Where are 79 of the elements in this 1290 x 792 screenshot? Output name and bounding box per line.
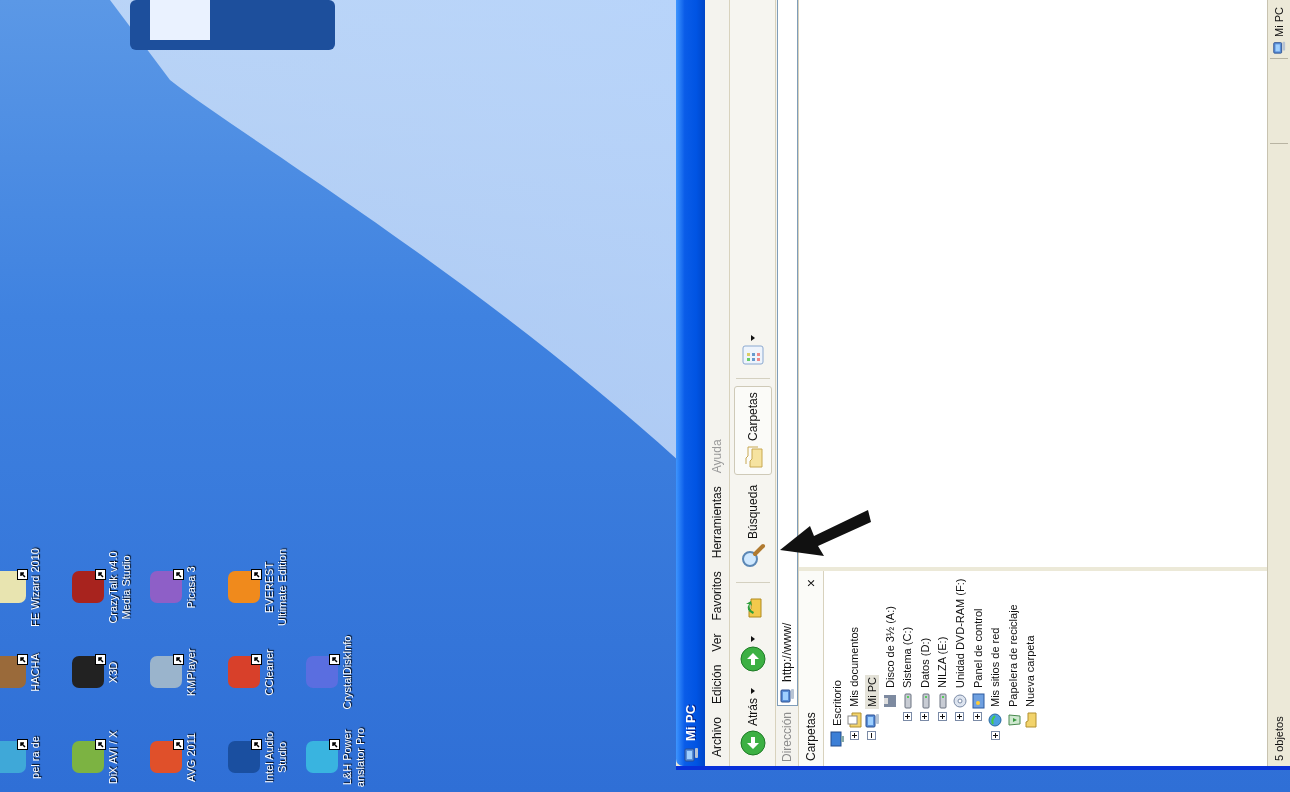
- expand-icon[interactable]: [849, 731, 859, 740]
- views-icon: [741, 345, 764, 366]
- desktop-shortcut-icon[interactable]: [306, 741, 338, 774]
- folder-icon: [1022, 712, 1039, 728]
- menu-item[interactable]: Herramientas: [710, 486, 724, 559]
- desktop-shortcut-icon[interactable]: [150, 656, 182, 689]
- desktop-icon-label: Intel Audio Studio: [263, 730, 289, 786]
- address-computer-icon: [779, 687, 795, 703]
- menu-item[interactable]: Favoritos: [710, 571, 724, 621]
- pane-title: Carpetas: [804, 712, 818, 761]
- desktop-icon: [828, 731, 845, 747]
- desktop-shortcut-icon[interactable]: [72, 656, 104, 689]
- window-title: Mi PC: [683, 704, 698, 741]
- desktop-shortcut-icon[interactable]: [150, 571, 182, 604]
- control-panel-icon: [969, 693, 986, 709]
- folder-tree-item[interactable]: Mi PC: [865, 675, 879, 709]
- menu-item[interactable]: Ver: [710, 633, 724, 652]
- floppy-drive-icon: [881, 693, 898, 709]
- desktop-shortcut-icon[interactable]: [72, 571, 104, 604]
- desktop-shortcut-icon[interactable]: [72, 741, 104, 774]
- status-text: 5 objetos: [1273, 715, 1285, 763]
- address-label: Dirección: [780, 712, 794, 762]
- desktop-icon-label: pel ra de: [29, 735, 42, 781]
- desktop-shortcut-icon[interactable]: [306, 656, 338, 689]
- folder-tree-item[interactable]: Nueva carpeta: [1023, 633, 1038, 709]
- desktop-shortcut-icon[interactable]: [150, 741, 182, 774]
- desktop-icon-label: KMPlayer: [185, 647, 198, 699]
- folders-button[interactable]: Carpetas: [733, 386, 772, 475]
- window-computer-icon: [682, 746, 699, 762]
- expand-icon[interactable]: [937, 712, 947, 721]
- folder-tree-item[interactable]: Panel de control: [970, 606, 985, 690]
- desktop-shortcut-icon[interactable]: [228, 571, 260, 604]
- status-computer-icon: [1272, 40, 1286, 54]
- caret-icon: [750, 636, 755, 642]
- desktop-icon-label: L&H Power anslator Pro: [341, 726, 367, 790]
- folder-tree-item[interactable]: Mis sitios de red: [988, 625, 1003, 709]
- folder-tree-item[interactable]: Escritorio: [829, 678, 844, 728]
- folder-tree-item[interactable]: Papelera de reciclaje: [1005, 602, 1020, 709]
- collapse-icon[interactable]: [867, 731, 877, 740]
- folder-tree-item[interactable]: Datos (D:): [917, 635, 932, 690]
- desktop-icon-label: X3D: [107, 660, 120, 686]
- desktop-icon-label: DiX AVI / X: [107, 729, 120, 787]
- desktop-icon-label: CrystalDiskInfo: [341, 634, 354, 712]
- caret-icon: [750, 335, 755, 342]
- expand-icon[interactable]: [973, 712, 983, 721]
- desktop-icon-label: CCleaner: [263, 648, 276, 698]
- desktop-shortcut-icon[interactable]: [228, 656, 260, 689]
- network-globe-icon: [987, 712, 1004, 728]
- desktop-icon-label: AVG 2011: [185, 731, 198, 785]
- desktop-shortcut-icon[interactable]: [228, 741, 260, 774]
- cd-drive-icon: [951, 693, 968, 709]
- expand-icon[interactable]: [955, 712, 965, 721]
- menu-item[interactable]: Edición: [710, 664, 724, 704]
- search-button[interactable]: Búsqueda: [733, 478, 772, 575]
- desktop-icon-label: EVEREST Ultimate Edition: [263, 548, 289, 628]
- desktop-icon-label: FE Wizard 2010: [29, 547, 42, 628]
- back-button[interactable]: Atrás: [733, 682, 772, 762]
- caret-icon: [750, 688, 755, 694]
- folder-tree-item[interactable]: Disco de 3½ (A:): [882, 604, 897, 690]
- folder-tree-item[interactable]: Sistema (C:): [900, 624, 915, 690]
- status-location: Mi PC: [1273, 7, 1285, 37]
- menu-item[interactable]: Archivo: [710, 717, 724, 757]
- desktop-shortcut-icon[interactable]: [0, 656, 26, 689]
- search-icon: [739, 543, 766, 569]
- computer-icon: [864, 712, 880, 728]
- folder-tree-item[interactable]: Mis documentos: [847, 624, 862, 709]
- expand-icon[interactable]: [902, 712, 912, 721]
- desktop-icon-label: Picasa 3: [185, 565, 198, 611]
- folder-tree-item[interactable]: NILZA (E:): [935, 634, 950, 690]
- close-button[interactable]: ×: [803, 577, 819, 590]
- expand-icon[interactable]: [920, 712, 930, 721]
- desktop-icon-label: HACHA: [29, 652, 42, 694]
- desktop-shortcut-icon[interactable]: [0, 741, 26, 774]
- expand-icon[interactable]: [990, 731, 1000, 740]
- desktop-shortcut-icon[interactable]: [0, 571, 26, 604]
- address-field[interactable]: http://www/: [776, 0, 798, 706]
- desktop-icon-label: CrazyTalk v4.0 Media Studio: [107, 550, 133, 626]
- documents-folder-icon: [846, 712, 863, 728]
- folder-tree-item[interactable]: Unidad DVD-RAM (F:): [952, 576, 967, 690]
